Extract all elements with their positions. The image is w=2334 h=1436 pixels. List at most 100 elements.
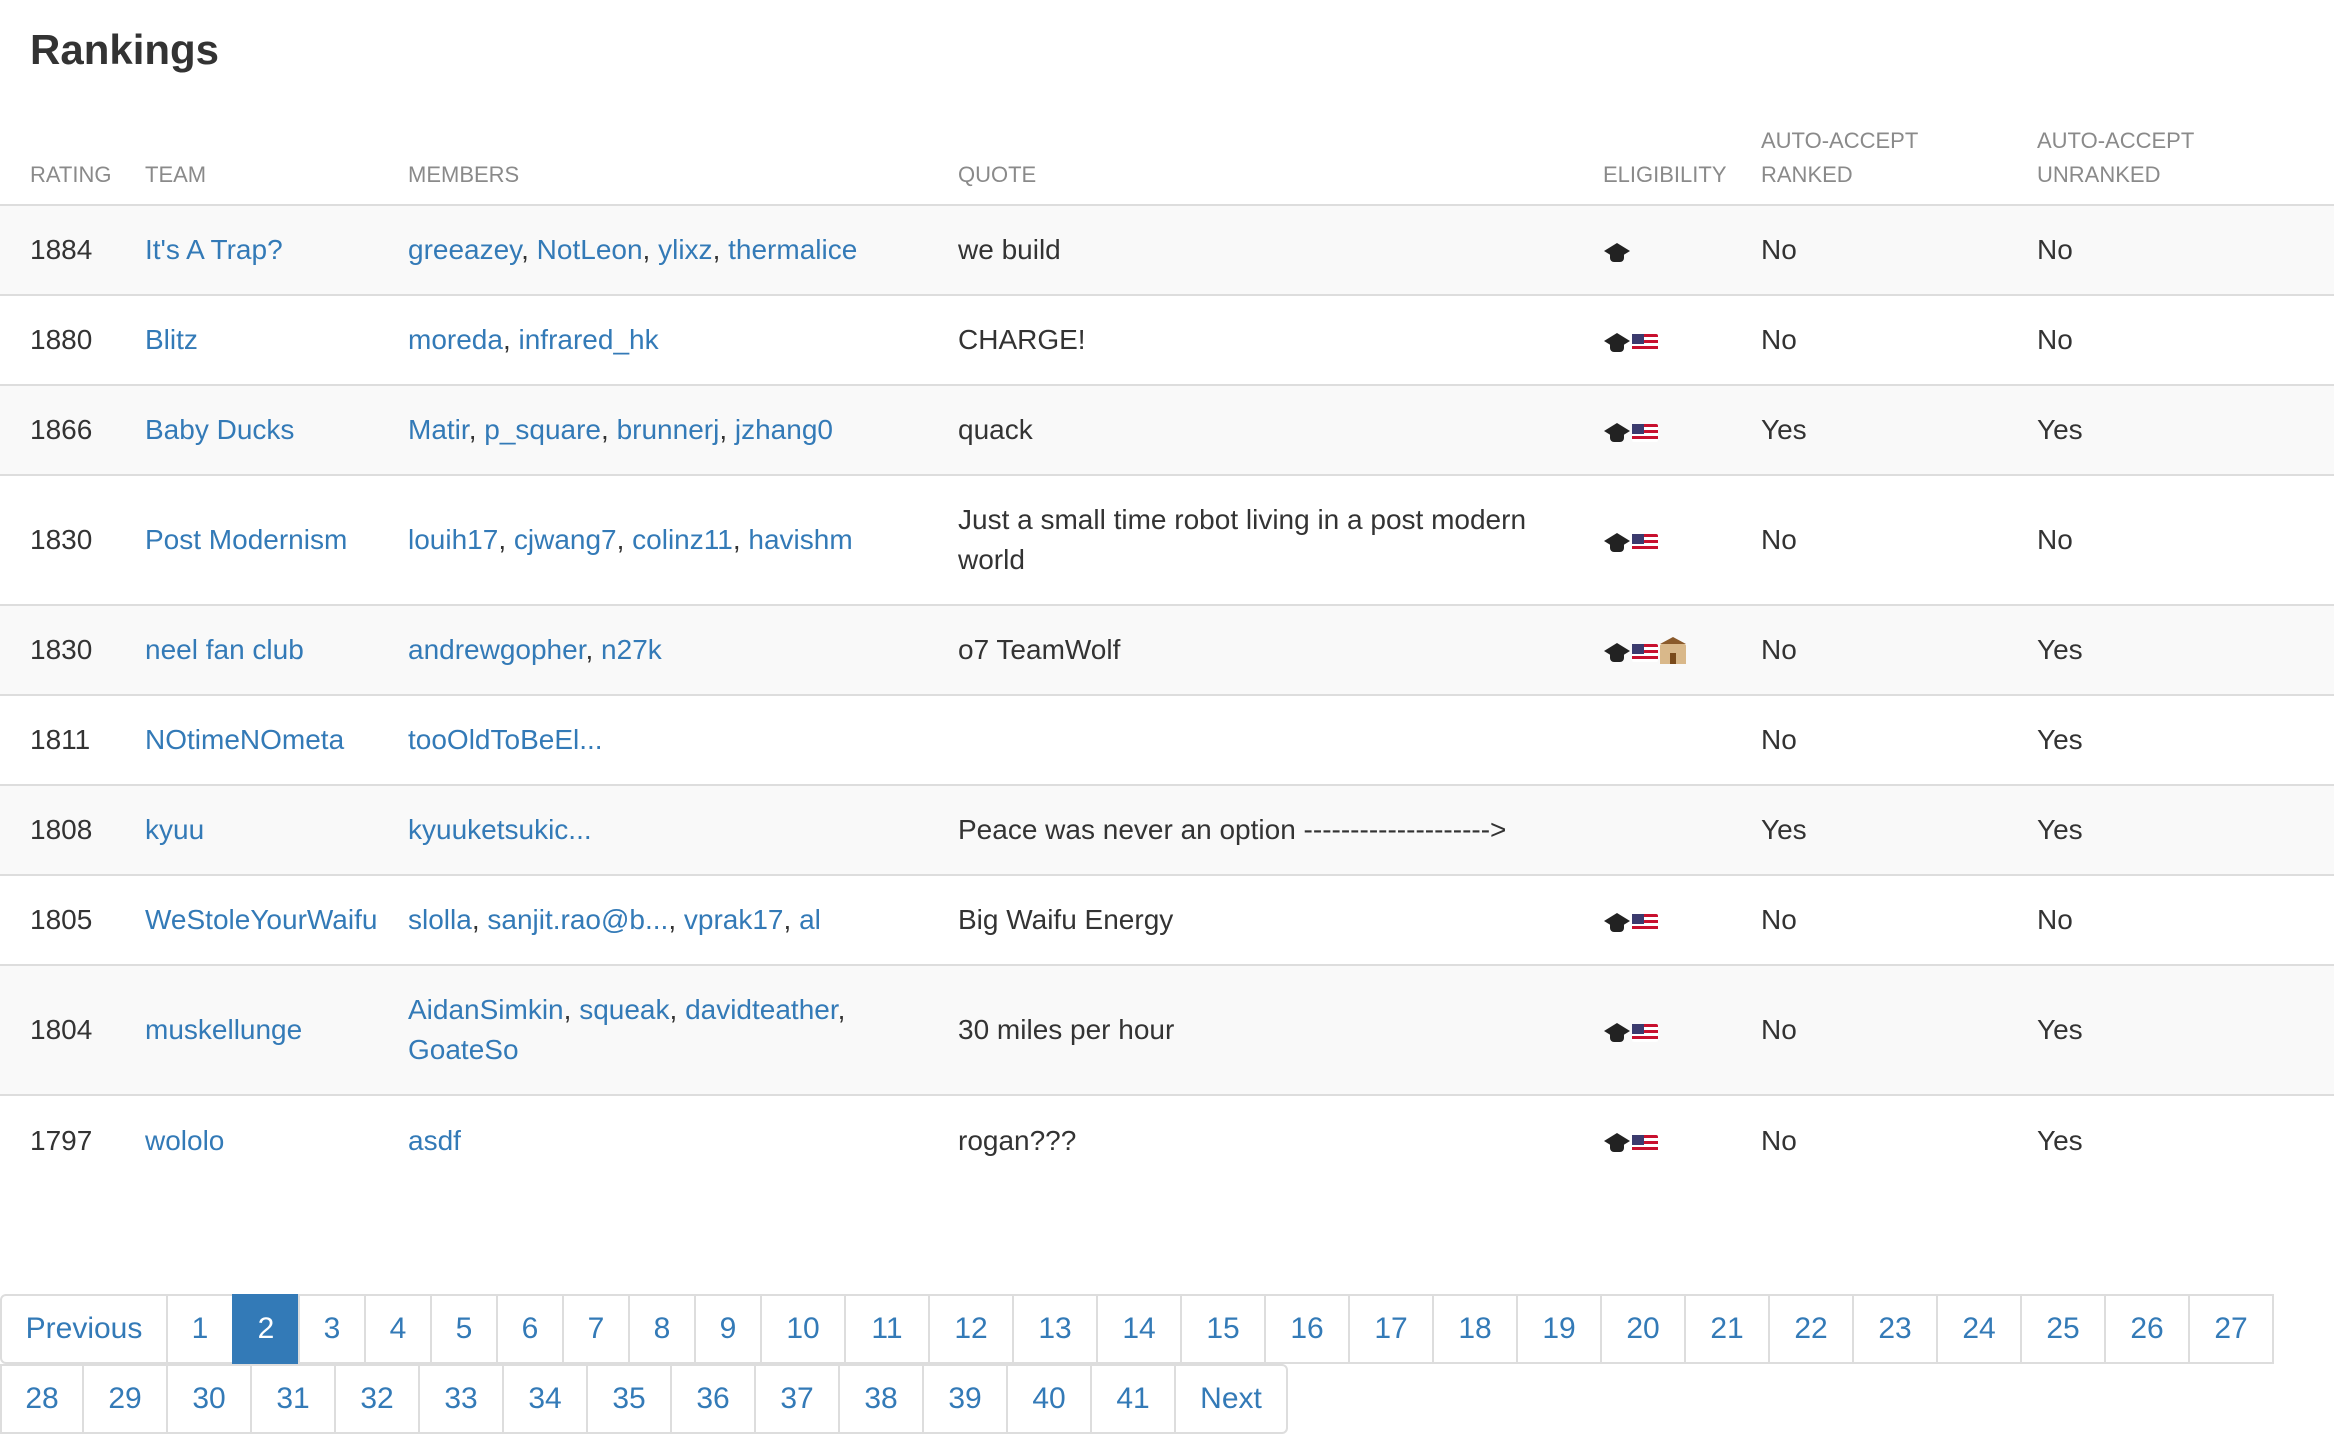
col-auto-accept-unranked-header: AUTO-ACCEPT UNRANKED — [2037, 124, 2334, 206]
member-link[interactable]: davidteather — [685, 994, 838, 1025]
member-link[interactable]: vprak17 — [684, 904, 784, 935]
page-21-button[interactable]: 21 — [1684, 1294, 1770, 1364]
page-23-button[interactable]: 23 — [1852, 1294, 1938, 1364]
team-link[interactable]: Post Modernism — [145, 524, 347, 555]
page-30-button[interactable]: 30 — [166, 1364, 252, 1434]
member-link[interactable]: colinz11 — [632, 524, 733, 555]
rating-cell: 1808 — [0, 784, 145, 875]
page-37-button[interactable]: 37 — [754, 1364, 840, 1434]
member-link[interactable]: squeak — [579, 994, 669, 1025]
previous-page-button[interactable]: Previous — [0, 1294, 168, 1364]
quote-cell: Big Waifu Energy — [958, 874, 1603, 965]
member-link[interactable]: asdf — [408, 1125, 461, 1156]
member-link[interactable]: Matir — [408, 414, 469, 445]
page-41-button[interactable]: 41 — [1090, 1364, 1176, 1434]
page-10-button[interactable]: 10 — [760, 1294, 846, 1364]
member-link[interactable]: tooOldToBeEl... — [408, 724, 603, 755]
member-link[interactable]: NotLeon — [537, 234, 643, 265]
page-27-button[interactable]: 27 — [2188, 1294, 2274, 1364]
us-flag-icon — [1632, 1024, 1658, 1043]
next-page-button[interactable]: Next — [1174, 1364, 1288, 1434]
quote-cell: Peace was never an option --------------… — [958, 784, 1603, 875]
member-link[interactable]: p_square — [484, 414, 601, 445]
page-6-button[interactable]: 6 — [496, 1294, 564, 1364]
member-link[interactable]: n27k — [601, 634, 662, 665]
team-link[interactable]: NOtimeNOmeta — [145, 724, 344, 755]
member-link[interactable]: slolla — [408, 904, 472, 935]
team-link[interactable]: wololo — [145, 1125, 224, 1156]
page-28-button[interactable]: 28 — [0, 1364, 84, 1434]
member-link[interactable]: jzhang0 — [735, 414, 833, 445]
team-cell: Baby Ducks — [145, 384, 408, 475]
auto-accept-unranked-cell: No — [2037, 204, 2334, 295]
page-16-button[interactable]: 16 — [1264, 1294, 1350, 1364]
page-12-button[interactable]: 12 — [928, 1294, 1014, 1364]
team-cell: Post Modernism — [145, 474, 408, 605]
team-link[interactable]: muskellunge — [145, 1014, 302, 1045]
member-link[interactable]: GoateSo — [408, 1034, 519, 1065]
team-link[interactable]: Blitz — [145, 324, 198, 355]
page-20-button[interactable]: 20 — [1600, 1294, 1686, 1364]
page-14-button[interactable]: 14 — [1096, 1294, 1182, 1364]
member-link[interactable]: al — [799, 904, 821, 935]
page-13-button[interactable]: 13 — [1012, 1294, 1098, 1364]
page-8-button[interactable]: 8 — [628, 1294, 696, 1364]
member-link[interactable]: kyuuketsukic... — [408, 814, 592, 845]
member-link[interactable]: cjwang7 — [514, 524, 617, 555]
table-row: 1830 neel fan club andrewgopher, n27k o7 Te… — [0, 604, 2334, 695]
team-link[interactable]: It's A Trap? — [145, 234, 283, 265]
members-cell: AidanSimkin, squeak, davidteather, Goate… — [408, 964, 958, 1095]
page-40-button[interactable]: 40 — [1006, 1364, 1092, 1434]
auto-accept-ranked-cell: No — [1761, 1094, 2037, 1185]
team-link[interactable]: Baby Ducks — [145, 414, 294, 445]
member-link[interactable]: brunnerj — [617, 414, 720, 445]
page-17-button[interactable]: 17 — [1348, 1294, 1434, 1364]
page-35-button[interactable]: 35 — [586, 1364, 672, 1434]
member-link[interactable]: havishm — [748, 524, 852, 555]
rating-cell: 1830 — [0, 474, 145, 605]
page-36-button[interactable]: 36 — [670, 1364, 756, 1434]
page-31-button[interactable]: 31 — [250, 1364, 336, 1434]
page-26-button[interactable]: 26 — [2104, 1294, 2190, 1364]
us-flag-icon — [1632, 424, 1658, 443]
page-39-button[interactable]: 39 — [922, 1364, 1008, 1434]
page-19-button[interactable]: 19 — [1516, 1294, 1602, 1364]
page-22-button[interactable]: 22 — [1768, 1294, 1854, 1364]
page-1-button[interactable]: 1 — [166, 1294, 234, 1364]
team-link[interactable]: kyuu — [145, 814, 204, 845]
eligibility-cell — [1603, 1094, 1761, 1185]
page-34-button[interactable]: 34 — [502, 1364, 588, 1434]
page-25-button[interactable]: 25 — [2020, 1294, 2106, 1364]
page-29-button[interactable]: 29 — [82, 1364, 168, 1434]
member-link[interactable]: infrared_hk — [519, 324, 659, 355]
page-4-button[interactable]: 4 — [364, 1294, 432, 1364]
member-link[interactable]: louih17 — [408, 524, 498, 555]
page-24-button[interactable]: 24 — [1936, 1294, 2022, 1364]
page-38-button[interactable]: 38 — [838, 1364, 924, 1434]
member-link[interactable]: ylixz — [658, 234, 712, 265]
team-link[interactable]: WeStoleYourWaifu — [145, 904, 377, 935]
member-link[interactable]: AidanSimkin — [408, 994, 564, 1025]
page-11-button[interactable]: 11 — [844, 1294, 930, 1364]
col-rating-header[interactable]: RATING — [0, 124, 145, 206]
member-link[interactable]: sanjit.rao@b... — [487, 904, 668, 935]
page-33-button[interactable]: 33 — [418, 1364, 504, 1434]
rating-cell: 1805 — [0, 874, 145, 965]
rating-cell: 1811 — [0, 694, 145, 785]
page-32-button[interactable]: 32 — [334, 1364, 420, 1434]
page-5-button[interactable]: 5 — [430, 1294, 498, 1364]
team-link[interactable]: neel fan club — [145, 634, 304, 665]
auto-accept-unranked-cell: Yes — [2037, 694, 2334, 785]
page-7-button[interactable]: 7 — [562, 1294, 630, 1364]
member-link[interactable]: thermalice — [728, 234, 857, 265]
member-link[interactable]: andrewgopher — [408, 634, 585, 665]
page-9-button[interactable]: 9 — [694, 1294, 762, 1364]
member-link[interactable]: moreda — [408, 324, 503, 355]
col-team-header[interactable]: TEAM — [145, 124, 408, 206]
auto-accept-ranked-cell: Yes — [1761, 784, 2037, 875]
page-2-button[interactable]: 2 — [232, 1294, 300, 1364]
member-link[interactable]: greeazey — [408, 234, 521, 265]
page-18-button[interactable]: 18 — [1432, 1294, 1518, 1364]
page-3-button[interactable]: 3 — [298, 1294, 366, 1364]
page-15-button[interactable]: 15 — [1180, 1294, 1266, 1364]
